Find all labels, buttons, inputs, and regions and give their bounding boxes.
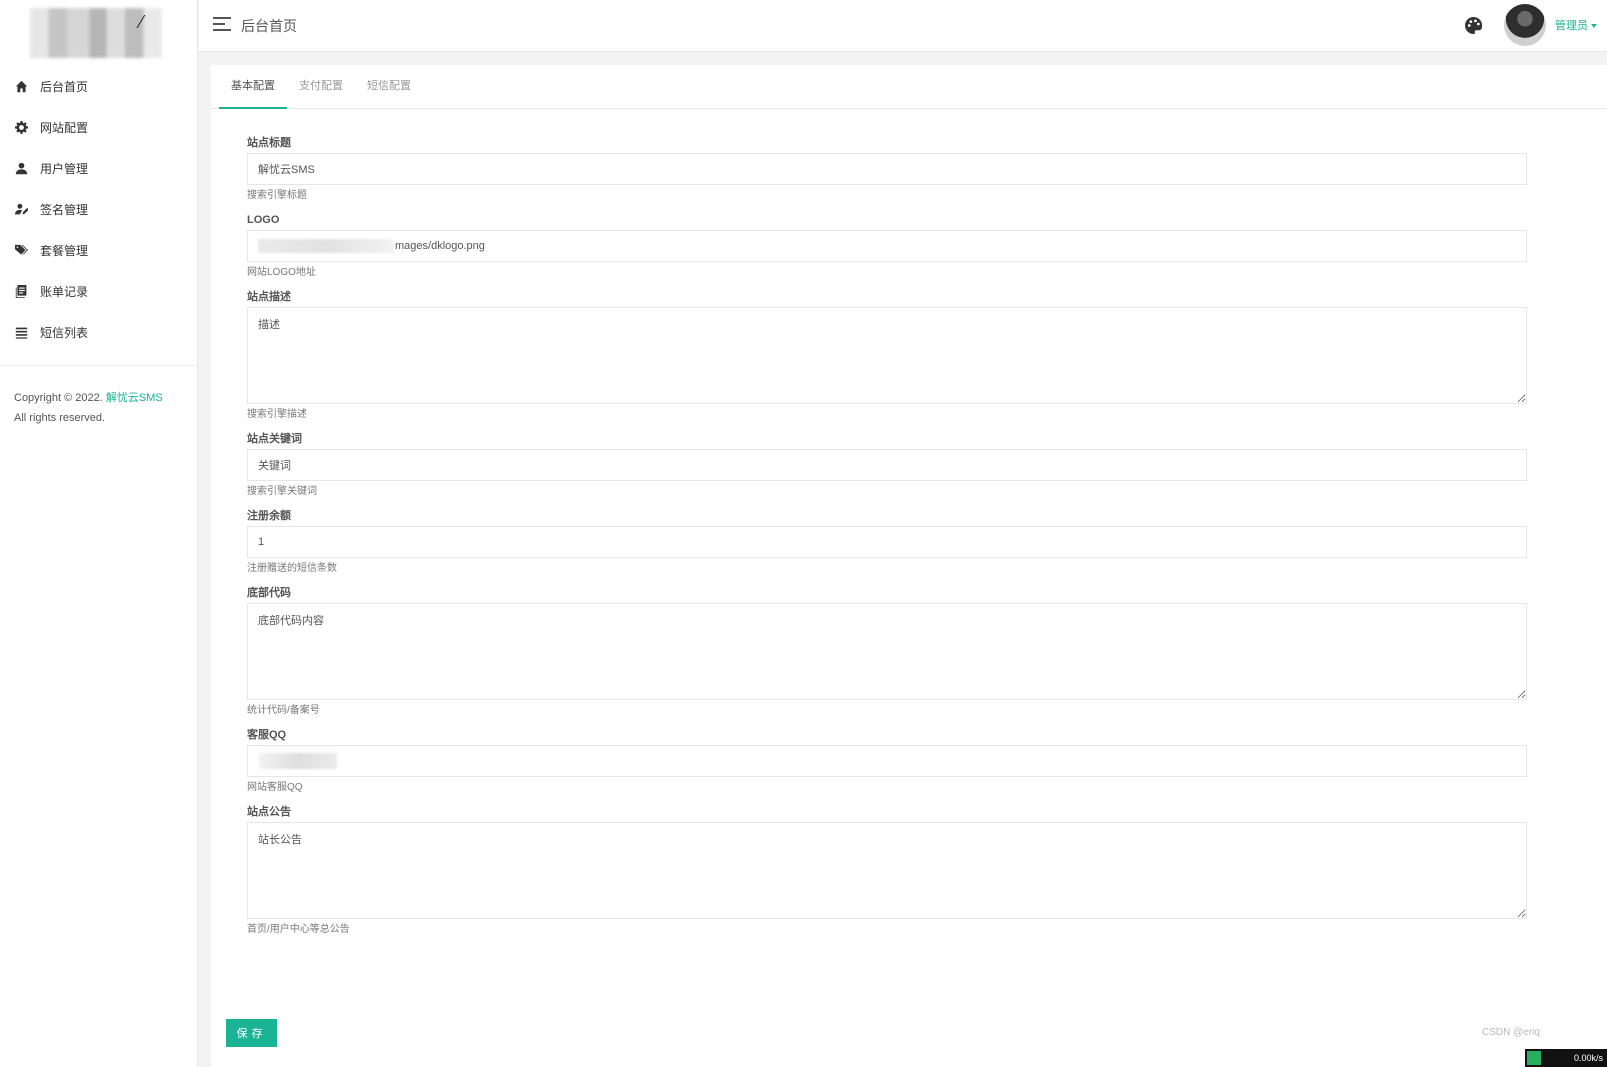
sidebar-item-label: 账单记录	[40, 285, 89, 299]
description-group: 站点描述 描述 搜索引擎描述	[247, 287, 1527, 425]
keywords-label: 站点关键词	[247, 433, 302, 445]
register-balance-label: 注册余额	[247, 510, 291, 522]
bill-icon	[13, 284, 29, 300]
service-qq-label: 客服QQ	[247, 729, 287, 741]
user-name: 管理员	[1555, 20, 1588, 32]
caret-down-icon	[1591, 24, 1597, 29]
user-menu-dropdown[interactable]: 管理员	[1555, 17, 1597, 33]
service-qq-wrap	[247, 745, 1527, 777]
sidebar-item-label: 网站配置	[40, 121, 89, 135]
tab-sms-config[interactable]: 短信配置	[355, 65, 423, 109]
site-title-label: 站点标题	[247, 137, 291, 149]
copyright-brand-link[interactable]: 解忧云SMS	[106, 392, 163, 404]
menu-toggle-icon[interactable]	[213, 17, 231, 31]
logo-group: LOGO mages/dklogo.png 网站LOGO地址	[247, 210, 1527, 283]
network-speed-badge: 0.00k/s	[1525, 1049, 1607, 1067]
save-button[interactable]: 保存	[226, 1019, 277, 1047]
sidebar: ⁄ 后台首页 网站配置 用户管理 签名管理 套餐管理 账单记录 短信列表 Cop…	[0, 0, 198, 1067]
page-title: 后台首页	[241, 18, 297, 34]
service-qq-help: 网站客服QQ	[247, 782, 303, 793]
footer-code-group: 底部代码 底部代码内容 统计代码/备案号	[247, 583, 1527, 721]
service-qq-input[interactable]	[247, 745, 1527, 777]
keywords-input[interactable]	[247, 449, 1527, 481]
description-help: 搜索引擎描述	[247, 409, 307, 420]
qq-redacted	[259, 753, 337, 769]
site-title-input[interactable]	[247, 153, 1527, 185]
sidebar-item-users[interactable]: 用户管理	[0, 148, 197, 189]
sidebar-item-site-config[interactable]: 网站配置	[0, 107, 197, 148]
register-balance-help: 注册赠送的短信条数	[247, 563, 337, 574]
signature-icon	[13, 202, 29, 218]
sidebar-item-bills[interactable]: 账单记录	[0, 271, 197, 312]
sidebar-item-home[interactable]: 后台首页	[0, 66, 197, 107]
logo-help: 网站LOGO地址	[247, 267, 316, 278]
footer-code-help: 统计代码/备案号	[247, 705, 320, 716]
user-icon	[13, 161, 29, 177]
config-panel: 基本配置 支付配置 短信配置 站点标题 搜索引擎标题 LOGO mages/dk…	[211, 65, 1607, 1067]
sidebar-item-label: 套餐管理	[40, 244, 89, 258]
config-tabs: 基本配置 支付配置 短信配置	[211, 65, 1607, 109]
gear-icon	[13, 120, 29, 136]
copyright-prefix: Copyright © 2022.	[14, 392, 103, 404]
logo-url-value: mages/dklogo.png	[395, 240, 485, 252]
logo-area[interactable]: ⁄	[0, 0, 197, 64]
watermark: CSDN @eriq	[1482, 1027, 1540, 1038]
tab-basic-config[interactable]: 基本配置	[219, 65, 287, 109]
sidebar-nav: 后台首页 网站配置 用户管理 签名管理 套餐管理 账单记录 短信列表	[0, 66, 197, 353]
sidebar-item-label: 后台首页	[40, 80, 89, 94]
sidebar-item-signatures[interactable]: 签名管理	[0, 189, 197, 230]
sidebar-item-label: 短信列表	[40, 326, 89, 340]
footer-code-textarea[interactable]: 底部代码内容	[247, 603, 1527, 700]
announcement-group: 站点公告 站长公告 首页/用户中心等总公告	[247, 802, 1527, 940]
sidebar-item-label: 用户管理	[40, 162, 89, 176]
speed-indicator-icon	[1527, 1051, 1541, 1065]
register-balance-group: 注册余额 注册赠送的短信条数	[247, 506, 1527, 579]
keywords-help: 搜索引擎关键词	[247, 486, 317, 497]
tab-payment-config[interactable]: 支付配置	[287, 65, 355, 109]
logo-url-redacted	[258, 239, 394, 253]
description-label: 站点描述	[247, 291, 291, 303]
copyright-suffix: All rights reserved.	[14, 412, 106, 424]
sidebar-item-sms-list[interactable]: 短信列表	[0, 312, 197, 353]
avatar[interactable]	[1504, 4, 1546, 46]
announcement-help: 首页/用户中心等总公告	[247, 924, 350, 935]
sidebar-item-label: 签名管理	[40, 203, 89, 217]
basic-config-form: 站点标题 搜索引擎标题 LOGO mages/dklogo.png 网站LOGO…	[211, 109, 1607, 940]
list-icon	[13, 325, 29, 341]
site-title-help: 搜索引擎标题	[247, 190, 307, 201]
top-bar: 后台首页 管理员	[199, 0, 1607, 52]
description-textarea[interactable]: 描述	[247, 307, 1527, 404]
sidebar-item-packages[interactable]: 套餐管理	[0, 230, 197, 271]
copyright: Copyright © 2022. 解忧云SMS All rights rese…	[0, 366, 197, 428]
palette-icon[interactable]	[1465, 17, 1482, 34]
register-balance-input[interactable]	[247, 526, 1527, 558]
announcement-label: 站点公告	[247, 806, 291, 818]
tags-icon	[13, 243, 29, 259]
keywords-group: 站点关键词 搜索引擎关键词	[247, 429, 1527, 502]
home-icon	[13, 79, 29, 95]
logo-mark: ⁄	[140, 12, 144, 32]
network-speed-value: 0.00k/s	[1573, 1053, 1603, 1063]
site-title-group: 站点标题 搜索引擎标题	[247, 133, 1527, 206]
footer-code-label: 底部代码	[247, 587, 291, 599]
logo-input[interactable]: mages/dklogo.png	[247, 230, 1527, 262]
announcement-textarea[interactable]: 站长公告	[247, 822, 1527, 919]
logo-label: LOGO	[247, 214, 280, 226]
service-qq-group: 客服QQ 网站客服QQ	[247, 725, 1527, 798]
